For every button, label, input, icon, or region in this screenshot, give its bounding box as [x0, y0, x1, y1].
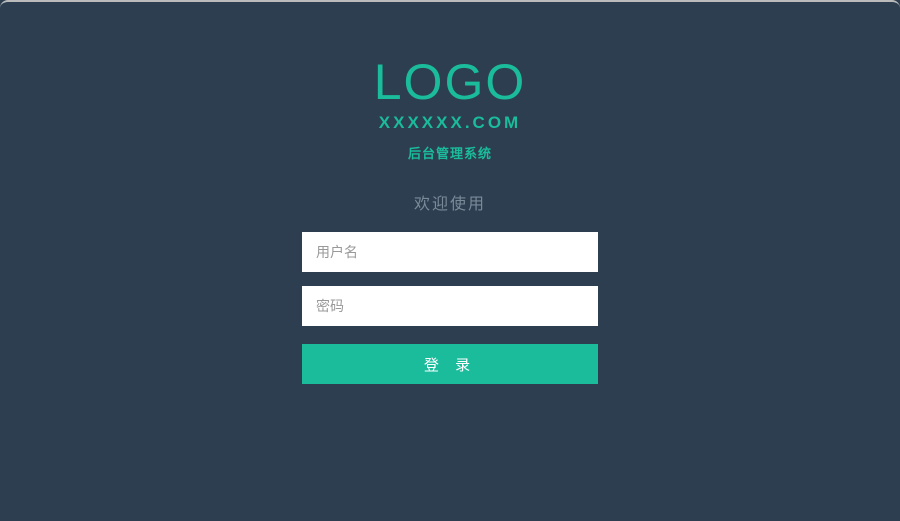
login-container: LOGO XXXXXX.COM 后台管理系统 欢迎使用 登 录: [0, 2, 900, 384]
welcome-text: 欢迎使用: [414, 190, 486, 214]
subtitle-text: 后台管理系统: [408, 143, 492, 162]
username-input[interactable]: [302, 232, 598, 272]
login-button[interactable]: 登 录: [302, 344, 598, 384]
domain-text: XXXXXX.COM: [379, 113, 521, 133]
password-input[interactable]: [302, 286, 598, 326]
logo-text: LOGO: [374, 57, 526, 107]
login-form: 登 录: [302, 232, 598, 384]
